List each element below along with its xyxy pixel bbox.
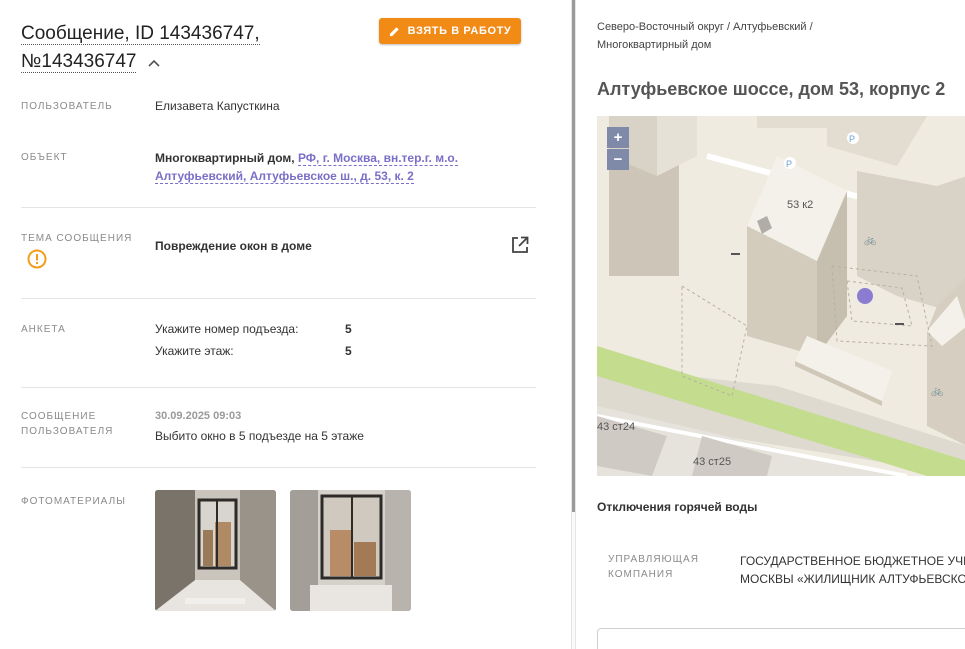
external-link-icon[interactable] [510,235,530,260]
divider [21,387,536,388]
message-title[interactable]: Сообщение, ID 143436747, №143436747 [21,20,361,76]
chevron-up-icon[interactable] [148,48,160,76]
survey-question: Укажите этаж: [155,344,234,358]
photos-label: ФОТОМАТЕРИАЛЫ [21,496,126,507]
map-canvas[interactable]: 53 к2 43 ст24 43 ст25 P P 🚲 🚲 [597,116,965,476]
mc-label-line1: УПРАВЛЯЮЩАЯ [608,554,699,565]
svg-text:53 к2: 53 к2 [787,199,813,211]
take-to-work-label: ВЗЯТЬ В РАБОТУ [407,25,512,37]
user-message-label-line1: СООБЩЕНИЕ [21,411,97,422]
object-address-link-line2[interactable]: Алтуфьевский, Алтуфьевское ш., д. 53, к.… [155,169,414,184]
breadcrumb-line1: Северо-Восточный округ / Алтуфьевский / [597,21,813,33]
divider [21,298,536,299]
location-panel: Северо-Восточный округ / Алтуфьевский / … [577,0,965,649]
zoom-out-button[interactable]: − [607,149,629,170]
breadcrumb-line2: Многоквартирный дом [597,39,712,51]
survey-answer: 5 [345,344,352,358]
divider [21,207,536,208]
text-input[interactable] [597,628,965,649]
warning-icon [27,249,47,274]
take-to-work-button[interactable]: ВЗЯТЬ В РАБОТУ [379,18,521,44]
topic-label: ТЕМА СООБЩЕНИЯ [21,233,133,244]
breadcrumb: Северо-Восточный округ / Алтуфьевский / … [597,18,957,54]
user-message-text: Выбито окно в 5 подъезде на 5 этаже [155,429,364,443]
object-value: Многоквартирный дом, РФ, г. Москва, вн.т… [155,149,495,185]
map[interactable]: 53 к2 43 ст24 43 ст25 P P 🚲 🚲 + − [597,116,965,476]
management-company-label: УПРАВЛЯЮЩАЯ КОМПАНИЯ [608,552,699,582]
user-message-label: СООБЩЕНИЕ ПОЛЬЗОВАТЕЛЯ [21,409,113,439]
zoom-in-button[interactable]: + [607,127,629,148]
svg-text:P: P [786,159,792,169]
object-label: ОБЪЕКТ [21,152,68,163]
message-title-line1: Сообщение, ID 143436747, [21,23,260,45]
user-label: ПОЛЬЗОВАТЕЛЬ [21,101,113,112]
svg-text:🚲: 🚲 [864,235,876,246]
svg-text:43 ст25: 43 ст25 [693,456,731,468]
divider [21,467,536,468]
topic-value: Повреждение окон в доме [155,239,312,253]
management-company-value: ГОСУДАРСТВЕННОЕ БЮДЖЕТНОЕ УЧРЕЖДЕНИЕ МОС… [740,552,965,588]
survey-answer: 5 [345,322,352,336]
user-message-date: 30.09.2025 09:03 [155,410,242,422]
scrollbar-thumb[interactable] [572,0,575,512]
svg-text:43 ст24: 43 ст24 [597,421,635,433]
user-message-label-line2: ПОЛЬЗОВАТЕЛЯ [21,426,114,437]
survey-label: АНКЕТА [21,324,66,335]
object-address-link-line1[interactable]: РФ, г. Москва, вн.тер.г. м.о. [297,151,459,166]
object-type: Многоквартирный дом, [155,151,295,165]
svg-text:🚲: 🚲 [931,386,943,397]
building-address: Алтуфьевское шоссе, дом 53, корпус 2 [597,79,946,99]
mc-value-line1: ГОСУДАРСТВЕННОЕ БЮДЖЕТНОЕ УЧРЕЖДЕНИЕ [740,554,965,568]
pencil-icon [389,26,399,36]
mc-label-line2: КОМПАНИЯ [608,569,674,580]
svg-text:P: P [849,134,855,144]
user-value: Елизавета Капусткина [155,99,280,113]
hot-water-outages-title: Отключения горячей воды [597,500,758,514]
photo-thumbnail[interactable] [155,490,276,611]
survey-question: Укажите номер подъезда: [155,322,299,336]
message-panel: Сообщение, ID 143436747, №143436747 ВЗЯТ… [0,0,571,649]
photo-thumbnail[interactable] [290,490,411,611]
message-title-line2: №143436747 [21,51,137,74]
mc-value-line2: МОСКВЫ «ЖИЛИЩНИК АЛТУФЬЕВСКОГО РАЙОНА» [740,572,965,586]
